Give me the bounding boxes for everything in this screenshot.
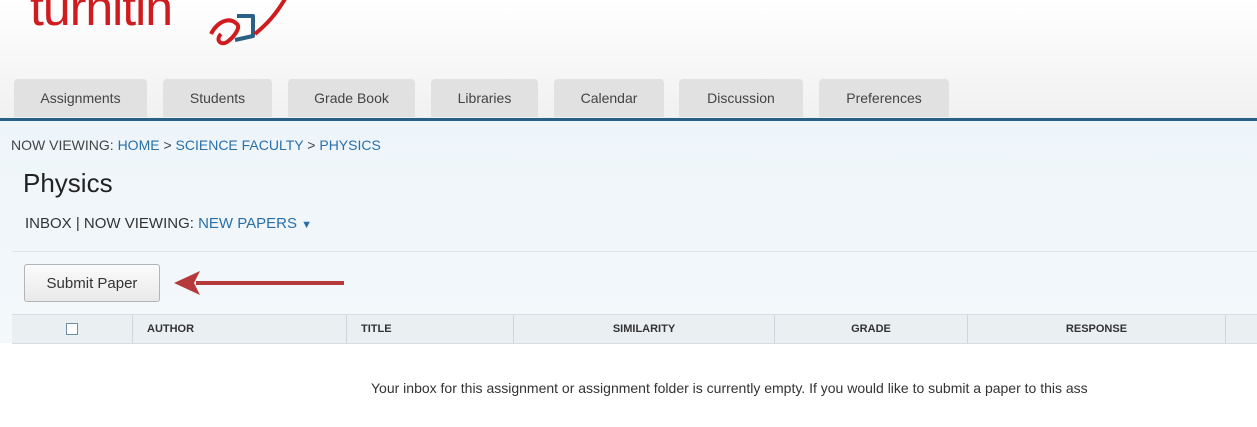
column-author[interactable]: AUTHOR	[133, 315, 347, 343]
new-papers-dropdown[interactable]: NEW PAPERS ▼	[198, 215, 312, 232]
viewing-prefix: | NOW VIEWING:	[71, 215, 199, 232]
tab-assignments[interactable]: Assignments	[14, 79, 147, 117]
breadcrumb-prefix: NOW VIEWING:	[11, 137, 118, 153]
breadcrumb-science-faculty[interactable]: SCIENCE FACULTY	[176, 137, 304, 153]
divider	[12, 251, 1257, 252]
select-all-checkbox[interactable]	[66, 323, 78, 335]
empty-inbox-message: Your inbox for this assignment or assign…	[371, 380, 1088, 396]
breadcrumb-physics[interactable]: PHYSICS	[319, 137, 380, 153]
annotation-arrow-icon	[174, 271, 344, 295]
submit-paper-button[interactable]: Submit Paper	[24, 264, 160, 302]
inbox-label: INBOX	[25, 215, 72, 232]
column-response[interactable]: RESPONSE	[968, 315, 1226, 343]
tab-libraries[interactable]: Libraries	[431, 79, 538, 117]
select-all-cell	[12, 315, 133, 343]
viewing-value: NEW PAPERS	[198, 215, 297, 232]
column-grade[interactable]: GRADE	[775, 315, 968, 343]
breadcrumb-separator: >	[303, 137, 320, 153]
inbox-subnav: INBOX | NOW VIEWING: NEW PAPERS ▼	[25, 215, 312, 232]
breadcrumb-home[interactable]: HOME	[118, 137, 160, 153]
column-title[interactable]: TITLE	[347, 315, 514, 343]
tab-grade-book[interactable]: Grade Book	[288, 79, 415, 117]
logo-swoosh-icon	[209, 0, 287, 46]
tab-discussion[interactable]: Discussion	[679, 79, 803, 117]
tab-calendar[interactable]: Calendar	[554, 79, 664, 117]
dropdown-caret-icon: ▼	[301, 219, 313, 231]
table-header: AUTHOR TITLE SIMILARITY GRADE RESPONSE	[12, 314, 1257, 344]
tab-students[interactable]: Students	[163, 79, 272, 117]
content-panel	[0, 121, 1257, 343]
page-title: Physics	[23, 168, 113, 198]
breadcrumb-separator: >	[159, 137, 176, 153]
header: turnitin Assignments Students Grade Book…	[0, 0, 1257, 121]
logo-text: turnitin	[30, 0, 173, 36]
breadcrumb: NOW VIEWING: HOME > SCIENCE FACULTY > PH…	[11, 137, 381, 153]
tab-preferences[interactable]: Preferences	[819, 79, 949, 117]
column-similarity[interactable]: SIMILARITY	[514, 315, 775, 343]
